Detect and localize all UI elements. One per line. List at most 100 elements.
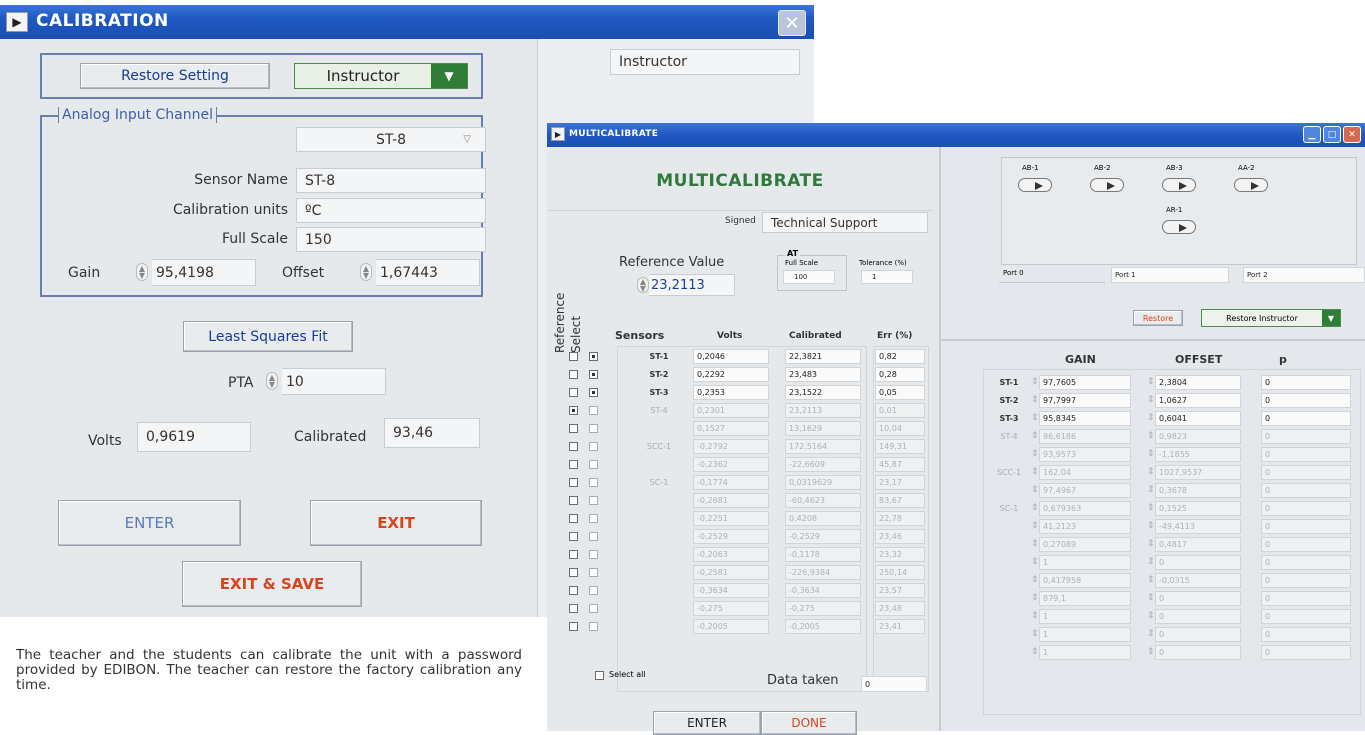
mc-enter-button[interactable]: ENTER — [653, 711, 761, 735]
volts-cell[interactable]: 0,2301 — [693, 403, 769, 418]
select-checkbox[interactable] — [589, 352, 598, 361]
offset-cell[interactable]: 0,9823 — [1155, 429, 1241, 444]
calibrated-cell[interactable]: 172,5164 — [785, 439, 861, 454]
volts-cell[interactable]: 0,2353 — [693, 385, 769, 400]
gain-cell[interactable]: 1 — [1039, 645, 1131, 660]
chevron-down-icon[interactable]: ▽ — [463, 134, 471, 145]
restore-select[interactable]: Restore Instructor ▼ — [1201, 309, 1341, 327]
pta-stepper[interactable]: ▲ ▼ — [266, 372, 278, 390]
maximize-icon[interactable]: □ — [1323, 126, 1341, 143]
select-checkbox[interactable] — [589, 424, 598, 433]
select-checkbox[interactable] — [589, 604, 598, 613]
reference-checkbox[interactable] — [569, 532, 578, 541]
offset-cell[interactable]: 0 — [1155, 627, 1241, 642]
port-1-field[interactable]: Port 1 — [1111, 267, 1229, 283]
gain-stepper-icon[interactable]: ⇕ — [1031, 575, 1039, 585]
select-checkbox[interactable] — [589, 406, 598, 415]
reference-checkbox[interactable] — [569, 424, 578, 433]
select-checkbox[interactable] — [589, 514, 598, 523]
offset-stepper-icon[interactable]: ⇕ — [1147, 431, 1155, 441]
reference-checkbox[interactable] — [569, 388, 578, 397]
calibrated-cell[interactable]: -0,1178 — [785, 547, 861, 562]
gain-stepper-icon[interactable]: ⇕ — [1031, 629, 1039, 639]
err-cell[interactable]: 0,05 — [875, 385, 925, 400]
reference-checkbox[interactable] — [569, 406, 578, 415]
gain-cell[interactable]: 97,4967 — [1039, 483, 1131, 498]
volts-field[interactable]: 0,9619 — [137, 422, 251, 452]
chevron-down-icon[interactable]: ▼ — [1322, 310, 1340, 326]
err-cell[interactable]: 23,17 — [875, 475, 925, 490]
gain-cell[interactable]: 95,8345 — [1039, 411, 1131, 426]
select-checkbox[interactable] — [589, 388, 598, 397]
reference-checkbox[interactable] — [569, 478, 578, 487]
gain-stepper-icon[interactable]: ⇕ — [1031, 539, 1039, 549]
reference-checkbox[interactable] — [569, 496, 578, 505]
err-cell[interactable]: 23,48 — [875, 601, 925, 616]
offset-cell[interactable]: 1027,9537 — [1155, 465, 1241, 480]
toggle-switch[interactable] — [1234, 178, 1268, 192]
err-cell[interactable]: 0,28 — [875, 367, 925, 382]
offset-cell[interactable]: 0 — [1155, 555, 1241, 570]
err-cell[interactable]: 149,31 — [875, 439, 925, 454]
p-cell[interactable]: 0 — [1261, 609, 1351, 624]
enter-button[interactable]: ENTER — [58, 500, 241, 546]
select-checkbox[interactable] — [589, 550, 598, 559]
gain-stepper-icon[interactable]: ⇕ — [1031, 557, 1039, 567]
offset-cell[interactable]: 0,3678 — [1155, 483, 1241, 498]
reference-checkbox[interactable] — [569, 604, 578, 613]
gain-cell[interactable]: 93,9573 — [1039, 447, 1131, 462]
p-cell[interactable]: 0 — [1261, 573, 1351, 588]
offset-stepper-icon[interactable]: ⇕ — [1147, 467, 1155, 477]
p-cell[interactable]: 0 — [1261, 555, 1351, 570]
gain-cell[interactable]: 1 — [1039, 555, 1131, 570]
p-cell[interactable]: 0 — [1261, 519, 1351, 534]
gain-cell[interactable]: 0,679363 — [1039, 501, 1131, 516]
gain-cell[interactable]: 879,1 — [1039, 591, 1131, 606]
gain-cell[interactable]: 41,2123 — [1039, 519, 1131, 534]
p-cell[interactable]: 0 — [1261, 483, 1351, 498]
volts-cell[interactable]: -0,2529 — [693, 529, 769, 544]
close-icon[interactable]: ✕ — [1343, 126, 1361, 143]
volts-cell[interactable]: 0,1527 — [693, 421, 769, 436]
err-cell[interactable]: 0,01 — [875, 403, 925, 418]
volts-cell[interactable]: -0,2063 — [693, 547, 769, 562]
calibration-units-field[interactable]: ºC — [296, 198, 486, 223]
select-checkbox[interactable] — [589, 568, 598, 577]
gain-stepper-icon[interactable]: ⇕ — [1031, 485, 1039, 495]
calibrated-cell[interactable]: -0,275 — [785, 601, 861, 616]
volts-cell[interactable]: -0,2792 — [693, 439, 769, 454]
volts-cell[interactable]: -0,2005 — [693, 619, 769, 634]
p-cell[interactable]: 0 — [1261, 501, 1351, 516]
tolerance-field[interactable]: 1 — [861, 270, 913, 284]
gain-stepper-icon[interactable]: ⇕ — [1031, 521, 1039, 531]
p-cell[interactable]: 0 — [1261, 447, 1351, 462]
toggle-switch[interactable] — [1018, 178, 1052, 192]
offset-cell[interactable]: 2,3804 — [1155, 375, 1241, 390]
minimize-icon[interactable]: ▁ — [1303, 126, 1321, 143]
chevron-down-icon[interactable]: ▼ — [431, 64, 467, 88]
reference-checkbox[interactable] — [569, 514, 578, 523]
volts-cell[interactable]: 0,2292 — [693, 367, 769, 382]
offset-stepper-icon[interactable]: ⇕ — [1147, 503, 1155, 513]
port-2-field[interactable]: Port 2 — [1243, 267, 1365, 283]
offset-cell[interactable]: -1,1855 — [1155, 447, 1241, 462]
reference-checkbox[interactable] — [569, 586, 578, 595]
least-squares-fit-button[interactable]: Least Squares Fit — [183, 321, 353, 352]
select-checkbox[interactable] — [589, 586, 598, 595]
err-cell[interactable]: 83,67 — [875, 493, 925, 508]
gain-cell[interactable]: 97,7605 — [1039, 375, 1131, 390]
volts-cell[interactable]: -0,1774 — [693, 475, 769, 490]
volts-cell[interactable]: -0,275 — [693, 601, 769, 616]
offset-cell[interactable]: -0,0315 — [1155, 573, 1241, 588]
err-cell[interactable]: 0,82 — [875, 349, 925, 364]
select-checkbox[interactable] — [589, 622, 598, 631]
reference-checkbox[interactable] — [569, 568, 578, 577]
calibrated-cell[interactable]: -0,2005 — [785, 619, 861, 634]
offset-cell[interactable]: 0 — [1155, 645, 1241, 660]
calibrated-cell[interactable]: -226,9384 — [785, 565, 861, 580]
offset-cell[interactable]: 0 — [1155, 609, 1241, 624]
reference-value-stepper[interactable]: ▲ ▼ — [637, 277, 649, 293]
restore-button[interactable]: Restore — [1133, 310, 1183, 326]
reference-checkbox[interactable] — [569, 370, 578, 379]
data-taken-field[interactable]: 0 — [861, 676, 927, 692]
